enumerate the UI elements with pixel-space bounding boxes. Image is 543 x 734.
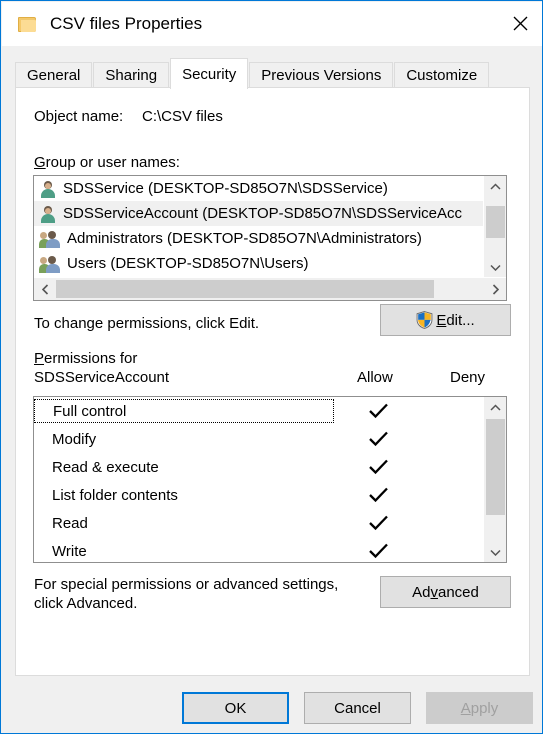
permissions-vertical-scrollbar[interactable]: [483, 397, 506, 562]
ok-button[interactable]: OK: [182, 692, 289, 724]
folder-icon: [18, 16, 36, 32]
permission-name: Full control: [34, 399, 334, 423]
allow-column-header: Allow: [357, 369, 393, 386]
cancel-button[interactable]: Cancel: [304, 692, 411, 724]
user-icon: [39, 205, 57, 223]
permissions-list: Full control Modify Read & execute List …: [34, 397, 483, 562]
scroll-left-icon[interactable]: [34, 278, 56, 300]
properties-dialog: CSV files Properties General Sharing Sec…: [0, 0, 543, 734]
list-item[interactable]: SDSServiceAccount (DESKTOP-SD85O7N\SDSSe…: [34, 201, 483, 226]
table-row[interactable]: Full control: [34, 397, 483, 425]
group-or-user-names-label: Group or user names:: [34, 154, 180, 171]
table-row[interactable]: Write: [34, 537, 483, 562]
permission-name: Modify: [52, 430, 97, 448]
special-permissions-text-line1: For special permissions or advanced sett…: [34, 576, 339, 593]
tab-general-label: General: [27, 67, 81, 84]
permissions-for-label: Permissions for: [34, 350, 138, 367]
list-item-label: Users (DESKTOP-SD85O7N\Users): [67, 255, 309, 272]
scrollbar-thumb[interactable]: [486, 206, 505, 238]
group-or-user-names-listbox[interactable]: SDSService (DESKTOP-SD85O7N\SDSService) …: [33, 175, 507, 301]
group-icon: [39, 255, 61, 273]
list-item-label: SDSService (DESKTOP-SD85O7N\SDSService): [63, 180, 388, 197]
list-item-label: Administrators (DESKTOP-SD85O7N\Administ…: [67, 230, 422, 247]
tab-security-label: Security: [182, 65, 237, 83]
apply-button: Apply: [426, 692, 533, 724]
table-row[interactable]: List folder contents: [34, 481, 483, 509]
allow-checkmark[interactable]: [358, 543, 398, 559]
user-icon: [39, 180, 57, 198]
users-horizontal-scrollbar[interactable]: [34, 277, 506, 300]
ok-button-label: OK: [224, 699, 247, 717]
permissions-listbox[interactable]: Full control Modify Read & execute List …: [33, 396, 507, 563]
allow-checkmark[interactable]: [358, 403, 398, 419]
security-tab-panel: Object name: C:\CSV files Group or user …: [15, 87, 530, 676]
scroll-up-icon[interactable]: [484, 397, 506, 417]
permission-name: Read: [52, 514, 88, 532]
list-item[interactable]: Administrators (DESKTOP-SD85O7N\Administ…: [34, 226, 483, 251]
tab-general[interactable]: General: [15, 62, 93, 88]
list-item[interactable]: SDSService (DESKTOP-SD85O7N\SDSService): [34, 176, 483, 201]
allow-checkmark[interactable]: [358, 459, 398, 475]
edit-button[interactable]: Edit...: [380, 304, 511, 336]
apply-button-label: Apply: [460, 699, 499, 717]
advanced-button-label: Advanced: [412, 583, 479, 601]
change-permissions-text: To change permissions, click Edit.: [34, 315, 260, 332]
scroll-down-icon[interactable]: [484, 257, 506, 277]
allow-checkmark[interactable]: [358, 487, 398, 503]
allow-checkmark[interactable]: [358, 431, 398, 447]
permission-name: Read & execute: [52, 458, 159, 476]
table-row[interactable]: Read & execute: [34, 453, 483, 481]
allow-checkmark[interactable]: [358, 515, 398, 531]
permission-name: Write: [52, 542, 87, 560]
tab-previous-versions[interactable]: Previous Versions: [249, 62, 394, 88]
advanced-button[interactable]: Advanced: [380, 576, 511, 608]
edit-button-label: Edit...: [436, 311, 475, 329]
list-item-label: SDSServiceAccount (DESKTOP-SD85O7N\SDSSe…: [63, 205, 463, 222]
scroll-down-icon[interactable]: [484, 542, 506, 562]
tab-previous-versions-label: Previous Versions: [261, 67, 382, 84]
group-icon: [39, 230, 61, 248]
cancel-button-label: Cancel: [334, 699, 381, 717]
tab-sharing[interactable]: Sharing: [93, 62, 170, 88]
users-list: SDSService (DESKTOP-SD85O7N\SDSService) …: [34, 176, 483, 277]
uac-shield-icon: [416, 311, 433, 329]
object-name-value: C:\CSV files: [142, 108, 223, 125]
scrollbar-thumb[interactable]: [56, 280, 434, 298]
permissions-for-principal: SDSServiceAccount: [34, 369, 170, 386]
deny-column-header: Deny: [450, 369, 486, 386]
scroll-right-icon[interactable]: [484, 278, 506, 300]
table-row[interactable]: Modify: [34, 425, 483, 453]
tab-strip: General Sharing Security Previous Versio…: [15, 57, 490, 89]
table-row[interactable]: Read: [34, 509, 483, 537]
special-permissions-text-line2: click Advanced.: [34, 595, 138, 612]
scroll-up-icon[interactable]: [484, 176, 506, 196]
tab-security[interactable]: Security: [170, 58, 249, 89]
object-name-label: Object name:: [34, 108, 124, 125]
window-title: CSV files Properties: [50, 14, 203, 33]
permission-name: List folder contents: [52, 486, 178, 504]
close-icon[interactable]: [497, 2, 542, 44]
scrollbar-thumb[interactable]: [486, 419, 505, 515]
users-vertical-scrollbar[interactable]: [483, 176, 506, 277]
title-bar: CSV files Properties: [2, 2, 542, 46]
list-item[interactable]: Users (DESKTOP-SD85O7N\Users): [34, 251, 483, 276]
tab-customize[interactable]: Customize: [394, 62, 490, 88]
tab-customize-label: Customize: [406, 67, 478, 84]
tab-sharing-label: Sharing: [105, 67, 158, 84]
